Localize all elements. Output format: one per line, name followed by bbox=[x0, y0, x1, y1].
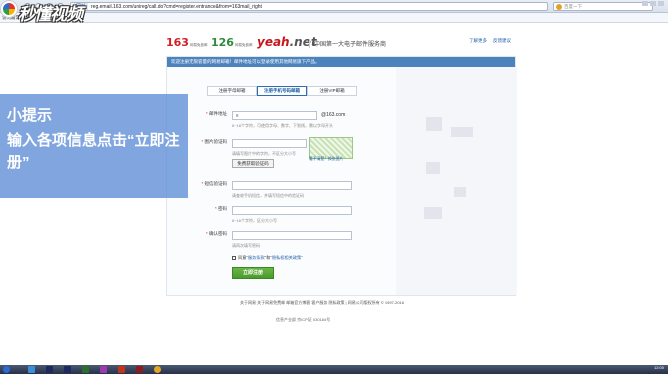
bookmark-bar: 访问最常访问 bbox=[0, 13, 668, 23]
captcha-image[interactable] bbox=[309, 137, 353, 159]
watermark-text: 秒懂视频 bbox=[18, 5, 83, 25]
register-now-button[interactable]: 立即注册 bbox=[232, 267, 274, 279]
email-field[interactable]: 8 bbox=[232, 111, 317, 120]
captcha-hint: 请填写图片中的字符，不区分大小写 bbox=[232, 151, 296, 156]
notice-bar: 欢迎注册无限容量的网易邮箱！邮件地址可以登录使用其他网易旗下产品。 bbox=[167, 57, 515, 67]
app-icon[interactable] bbox=[118, 366, 125, 373]
start-icon[interactable] bbox=[3, 366, 10, 373]
side-ad bbox=[396, 67, 517, 295]
tab-letter-mail[interactable]: 注册字母邮箱 bbox=[207, 86, 257, 96]
app-icon[interactable] bbox=[100, 366, 107, 373]
register-tabs: 注册字母邮箱 注册手机号码邮箱 注册VIP邮箱 bbox=[207, 86, 357, 96]
email-hint: 6~18个字符，可使用字母、数字、下划线，需以字母开头 bbox=[232, 123, 334, 128]
search-placeholder: 百度一下 bbox=[564, 4, 582, 9]
ad-blur-block bbox=[426, 162, 440, 174]
password-field[interactable] bbox=[232, 206, 352, 215]
minimize-icon[interactable] bbox=[642, 1, 648, 6]
sms-hint: 请查收手机短信，并填写短信中的验证码 bbox=[232, 193, 304, 198]
header-links: 了解更多 反馈建议 bbox=[469, 38, 511, 44]
tab-mobile-mail[interactable]: 注册手机号码邮箱 bbox=[257, 86, 307, 96]
close-icon[interactable] bbox=[658, 1, 664, 6]
header-slogan: 中国第一大电子邮件服务商 bbox=[309, 39, 386, 48]
tip-body: 输入各项信息点击“立即注册” bbox=[7, 132, 180, 171]
confirm-password-label: * 确认密码 bbox=[205, 231, 227, 236]
password-label: * 密码 bbox=[214, 206, 227, 211]
ad-blur-block bbox=[426, 117, 442, 131]
ad-blur-block bbox=[451, 127, 473, 137]
logo-163[interactable]: 163网易免费邮 bbox=[166, 36, 207, 49]
app-icon[interactable] bbox=[136, 366, 143, 373]
register-panel: 欢迎注册无限容量的网易邮箱！邮件地址可以登录使用其他网易旗下产品。 注册字母邮箱… bbox=[166, 56, 517, 296]
address-bar[interactable]: 网址 reg.email.163.com/unireg/call.do?cmd=r… bbox=[70, 2, 548, 11]
browser-icon[interactable] bbox=[154, 366, 161, 373]
footer-links: 关于网易 关于网易免费邮 邮箱官方博客 客户服务 隐私政策 | 网易公司版权所有… bbox=[240, 300, 405, 305]
agree-row: 同意"服务条款"和"隐私权相关政策" bbox=[232, 255, 303, 261]
ad-blur-block bbox=[424, 207, 442, 219]
maximize-icon[interactable] bbox=[650, 1, 656, 6]
ad-blur-block bbox=[454, 187, 466, 197]
captcha-refresh-link[interactable]: 看不清楚？换张图片 bbox=[309, 157, 343, 162]
url-text: reg.email.163.com/unireg/call.do?cmd=reg… bbox=[91, 4, 262, 10]
logo-yeah[interactable]: yeah.net bbox=[257, 35, 317, 49]
window-controls bbox=[642, 1, 664, 6]
learn-more-link[interactable]: 了解更多 bbox=[469, 38, 487, 44]
email-suffix: @163.com bbox=[321, 112, 346, 118]
watermark-logo-icon bbox=[1, 1, 17, 17]
header: 163网易免费邮 126网易免费邮 yeah.net 中国第一大电子邮件服务商 bbox=[166, 34, 516, 50]
tab-vip-mail[interactable]: 注册VIP邮箱 bbox=[307, 86, 357, 96]
logo-126[interactable]: 126网易免费邮 bbox=[211, 36, 252, 49]
tip-title: 小提示 bbox=[7, 107, 53, 124]
taskbar: 12:00 bbox=[0, 365, 668, 374]
footer-copyright: 信息产业部 京ICP证 030184号 bbox=[276, 317, 331, 322]
clock-time: 12:00 bbox=[653, 365, 664, 370]
captcha-field[interactable] bbox=[232, 139, 307, 148]
get-sms-code-button[interactable]: 免费获取验证码 bbox=[232, 159, 274, 168]
captcha-label: * 图片验证码 bbox=[201, 139, 227, 144]
agree-checkbox[interactable] bbox=[232, 256, 236, 260]
email-label: * 邮件地址 bbox=[205, 111, 227, 116]
taskbar-clock: 12:00 bbox=[654, 365, 664, 370]
privacy-link[interactable]: "隐私权相关政策" bbox=[270, 255, 302, 260]
tip-callout: 小提示 输入各项信息点击“立即注册” bbox=[0, 94, 188, 198]
password-hint: 6~16个字符，区分大小写 bbox=[232, 218, 278, 223]
app-icon[interactable] bbox=[64, 366, 71, 373]
browser-toolbar: 网址 reg.email.163.com/unireg/call.do?cmd=r… bbox=[0, 0, 668, 13]
confirm-password-field[interactable] bbox=[232, 231, 352, 240]
photoshop-icon[interactable] bbox=[46, 366, 53, 373]
terms-link[interactable]: "服务条款" bbox=[246, 255, 266, 260]
ie-icon[interactable] bbox=[28, 366, 35, 373]
search-engine-icon bbox=[556, 4, 562, 10]
app-icon[interactable] bbox=[82, 366, 89, 373]
sms-label: * 短信验证码 bbox=[201, 181, 227, 186]
search-input[interactable]: 百度一下 bbox=[553, 2, 653, 11]
confirm-password-hint: 请再次填写密码 bbox=[232, 243, 260, 248]
feedback-link[interactable]: 反馈建议 bbox=[493, 38, 511, 44]
sms-code-field[interactable] bbox=[232, 181, 352, 190]
